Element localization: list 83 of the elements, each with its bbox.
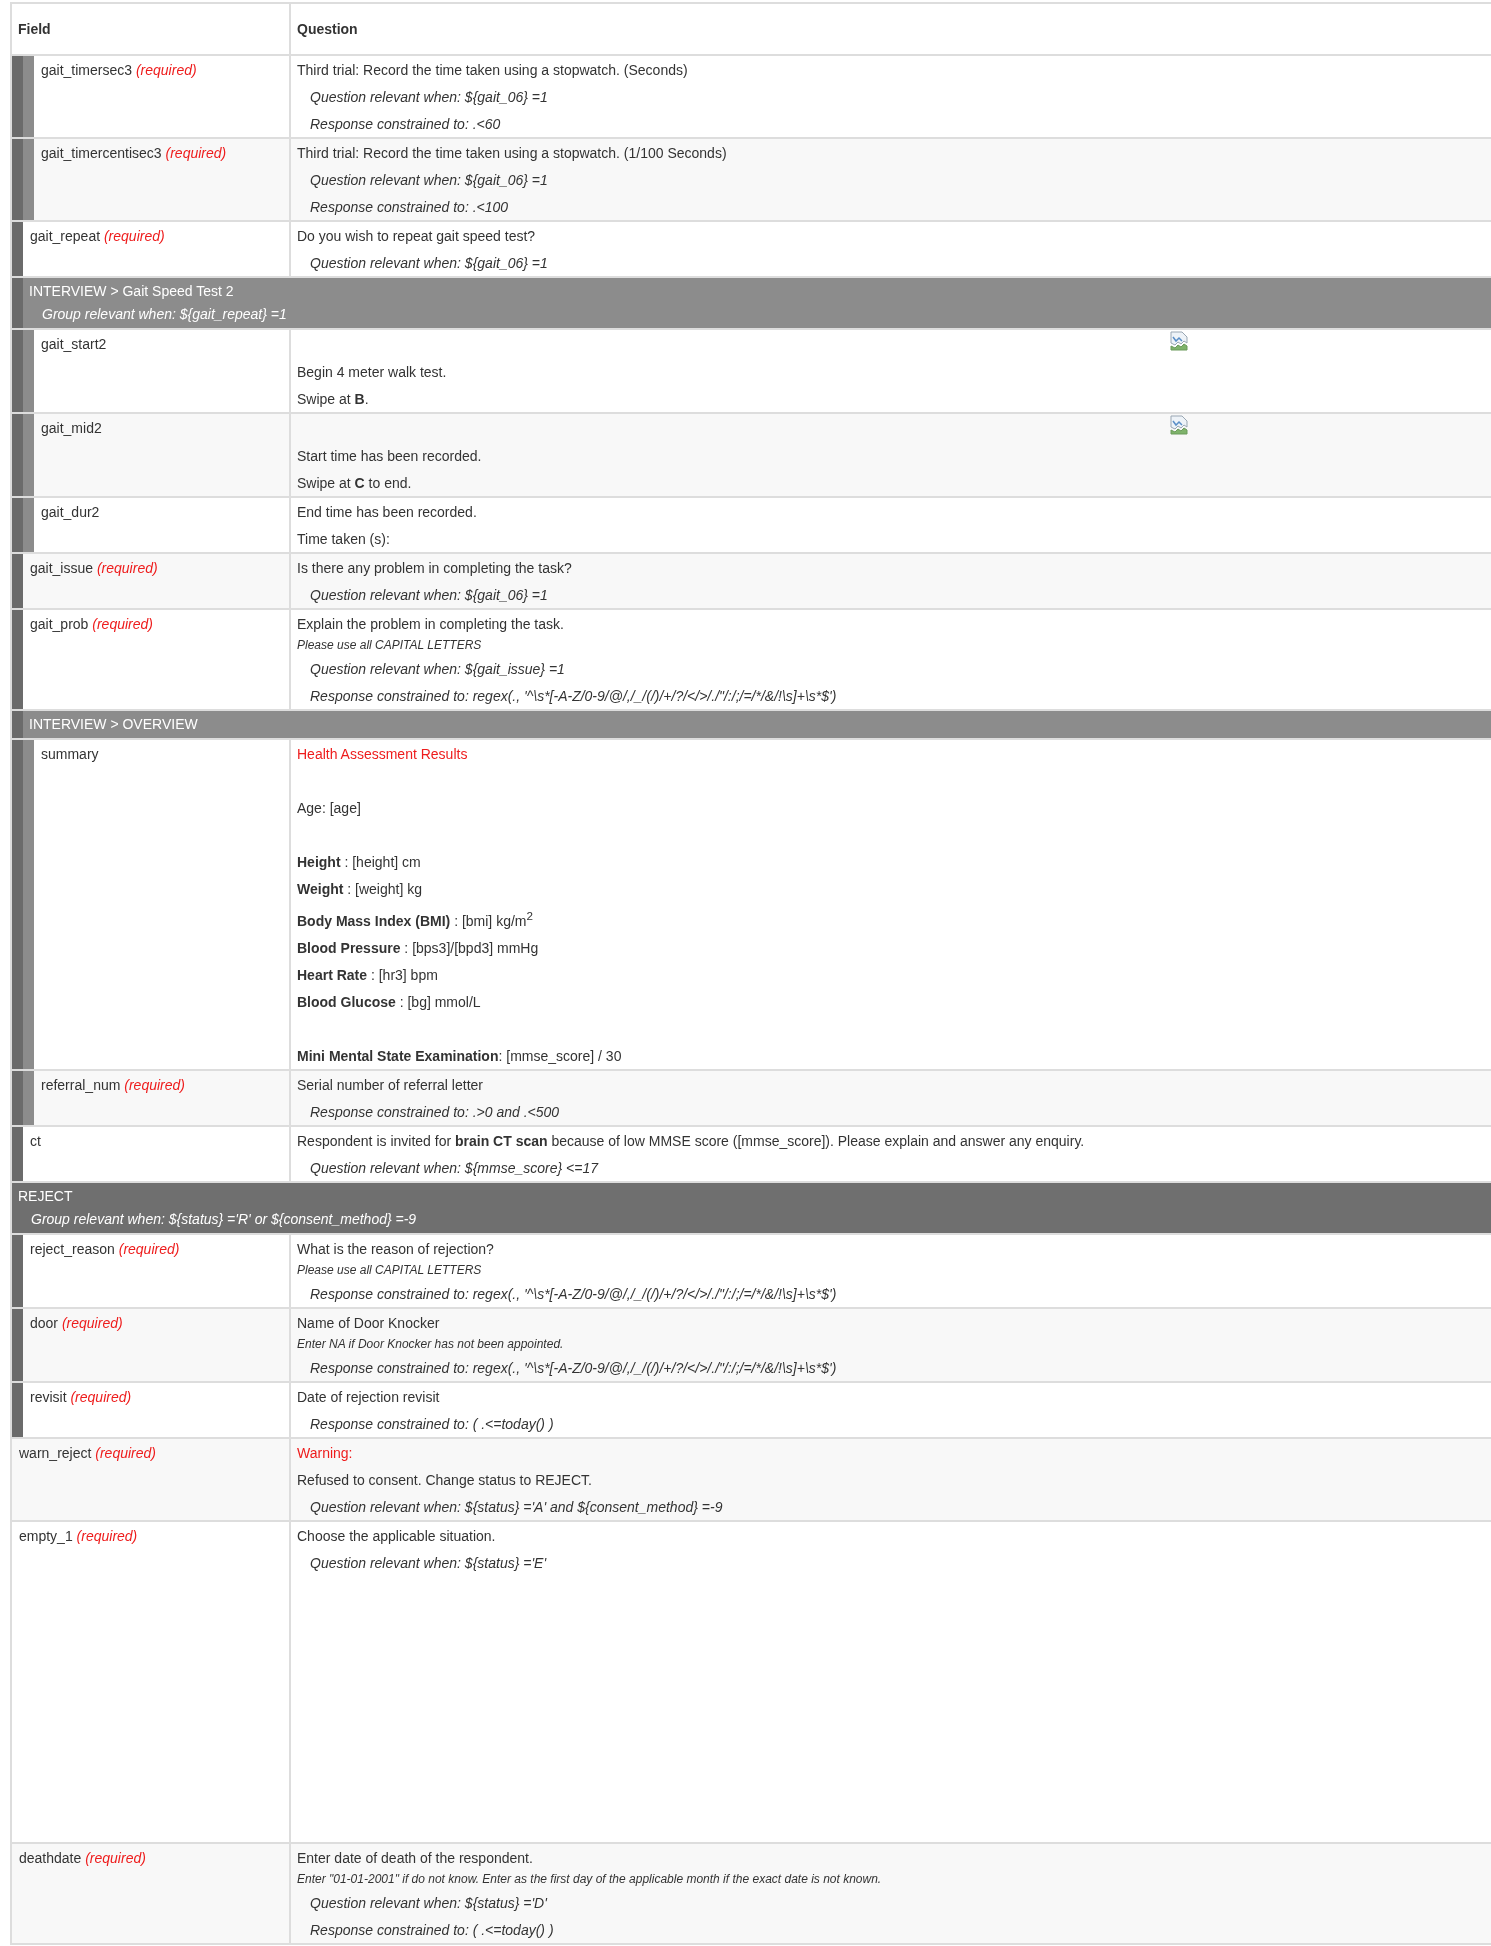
field-name: gait_start2 <box>40 335 108 354</box>
nesting-bar <box>12 222 23 276</box>
question-text: Do you wish to repeat gait speed test? <box>297 227 537 246</box>
relevance-condition: Question relevant when: ${status} ='A' and ${consent_method} =-9 <box>309 1497 724 1517</box>
question-text: Start time has been recorded. <box>297 447 483 466</box>
field-name: gait_issue (required) <box>29 559 159 578</box>
question-title: Warning: <box>297 1443 354 1463</box>
nesting-bar <box>12 554 23 608</box>
question-text: Begin 4 meter walk test. <box>297 363 448 382</box>
constraint-text: Response constrained to: regex(., '^\s*[-A-Z/0-9/@/,/_/(/)/+/?/</>/./"/:/;/=/*/&/!\s]+\s*$') <box>309 1284 838 1304</box>
field-name: warn_reject (required) <box>18 1443 157 1463</box>
question-text: Serial number of referral letter <box>297 1075 484 1095</box>
question-text: Explain the problem in completing the task. <box>297 615 565 634</box>
field-name: gait_prob (required) <box>29 615 154 634</box>
question-text: Swipe at B. <box>297 390 370 409</box>
group-title: REJECT <box>18 1186 73 1206</box>
relevance-condition: Question relevant when: ${status} ='D' <box>309 1893 549 1913</box>
hint-text: Please use all CAPITAL LETTERS <box>297 1261 483 1279</box>
field-name: gait_dur2 <box>40 503 101 522</box>
question-text: Body Mass Index (BMI) : [bmi] kg/m$^{2}$ <box>297 908 534 931</box>
hint-text: Enter "01-01-2001" if do not know. Enter as the first day of the applicable month if the exact date is not known. <box>297 1870 883 1888</box>
nesting-bar <box>12 1126 23 1181</box>
field-name: revisit (required) <box>29 1387 133 1407</box>
field-name: deathdate (required) <box>18 1848 147 1868</box>
question-title: Health Assessment Results <box>297 745 469 764</box>
question-text: Weight : [weight] kg <box>297 880 423 899</box>
constraint-text: Response constrained to: .<100 <box>309 198 510 217</box>
relevance-condition: Question relevant when: ${mmse_score} <=17 <box>309 1158 600 1178</box>
group-title: INTERVIEW > Gait Speed Test 2 <box>29 282 234 301</box>
relevance-condition: Question relevant when: ${gait_06} =1 <box>309 88 549 107</box>
question-text: Choose the applicable situation. <box>297 1526 497 1546</box>
nesting-bar <box>12 711 23 738</box>
group-condition: Group relevant when: ${gait_repeat} =1 <box>41 305 287 324</box>
question-text: Age: [age] <box>297 799 362 818</box>
group-title: INTERVIEW > OVERVIEW <box>29 715 198 734</box>
question-text: Mini Mental State Examination: [mmse_score] / 30 <box>297 1046 623 1066</box>
question-text: Enter date of death of the respondent. <box>297 1848 534 1868</box>
column-header: Question <box>296 20 359 39</box>
relevance-condition: Question relevant when: ${gait_issue} =1 <box>309 660 566 679</box>
question-text: End time has been recorded. <box>297 503 478 522</box>
nesting-bar <box>23 498 34 552</box>
relevance-condition: Question relevant when: ${gait_06} =1 <box>309 171 549 190</box>
nesting-bar <box>12 498 23 552</box>
constraint-text: Response constrained to: ( .<=today() ) <box>309 1920 555 1940</box>
field-name: ct <box>29 1131 42 1151</box>
hint-text: Enter NA if Door Knocker has not been appointed. <box>297 1335 565 1353</box>
relevance-condition: Question relevant when: ${gait_06} =1 <box>309 586 549 605</box>
question-text: Respondent is invited for brain CT scan because of low MMSE score ([mmse_score]). Please explain and answer any enquiry. <box>297 1131 1086 1151</box>
field-name: empty_1 (required) <box>18 1526 139 1546</box>
field-name: gait_timersec3 (required) <box>40 61 198 80</box>
hint-text: Please use all CAPITAL LETTERS <box>297 637 483 654</box>
field-name: reject_reason (required) <box>29 1239 181 1259</box>
field-name: gait_repeat (required) <box>29 227 166 246</box>
question-text: Third trial: Record the time taken using a stopwatch. (Seconds) <box>297 61 689 80</box>
constraint-text: Response constrained to: ( .<=today() ) <box>309 1414 555 1434</box>
field-name: summary <box>40 745 100 764</box>
nesting-bar <box>12 278 23 328</box>
question-text: Is there any problem in completing the task? <box>297 559 573 578</box>
relevance-condition: Question relevant when: ${status} ='E' <box>309 1553 548 1573</box>
field-name: referral_num (required) <box>40 1075 186 1095</box>
question-text: What is the reason of rejection? <box>297 1239 495 1259</box>
question-text: Swipe at C to end. <box>297 474 413 493</box>
broken-image-icon <box>1170 331 1188 351</box>
field-name: gait_mid2 <box>40 419 103 438</box>
question-text: Height : [height] cm <box>297 853 422 872</box>
constraint-text: Response constrained to: .<60 <box>309 115 502 134</box>
constraint-text: Response constrained to: regex(., '^\s*[-A-Z/0-9/@/,/_/(/)/+/?/</>/./"/:/;/=/*/&/!\s]+\s*$') <box>309 1358 838 1378</box>
constraint-text: Response constrained to: .>0 and .<500 <box>309 1102 561 1122</box>
group-condition: Group relevant when: ${status} ='R' or ${consent_method} =-9 <box>30 1209 417 1229</box>
field-name: door (required) <box>29 1313 124 1333</box>
question-text: Blood Glucose : [bg] mmol/L <box>297 992 482 1012</box>
question-text: Third trial: Record the time taken using a stopwatch. (1/100 Seconds) <box>297 144 728 163</box>
question-text: Refused to consent. Change status to REJECT. <box>297 1470 593 1490</box>
question-text: Heart Rate : [hr3] bpm <box>297 965 439 985</box>
relevance-condition: Question relevant when: ${gait_06} =1 <box>309 254 549 273</box>
question-text: Date of rejection revisit <box>297 1387 441 1407</box>
nesting-bar <box>12 1382 23 1437</box>
constraint-text: Response constrained to: regex(., '^\s*[-A-Z/0-9/@/,/_/(/)/+/?/</>/./"/:/;/=/*/&/!\s]+\s*$') <box>309 687 838 706</box>
question-text: Name of Door Knocker <box>297 1313 441 1333</box>
question-text: Blood Pressure : [bps3]/[bpd3] mmHg <box>297 938 540 958</box>
column-header: Field <box>12 4 291 54</box>
field-name: gait_timercentisec3 (required) <box>40 144 228 163</box>
question-text: Time taken (s): <box>297 530 391 549</box>
